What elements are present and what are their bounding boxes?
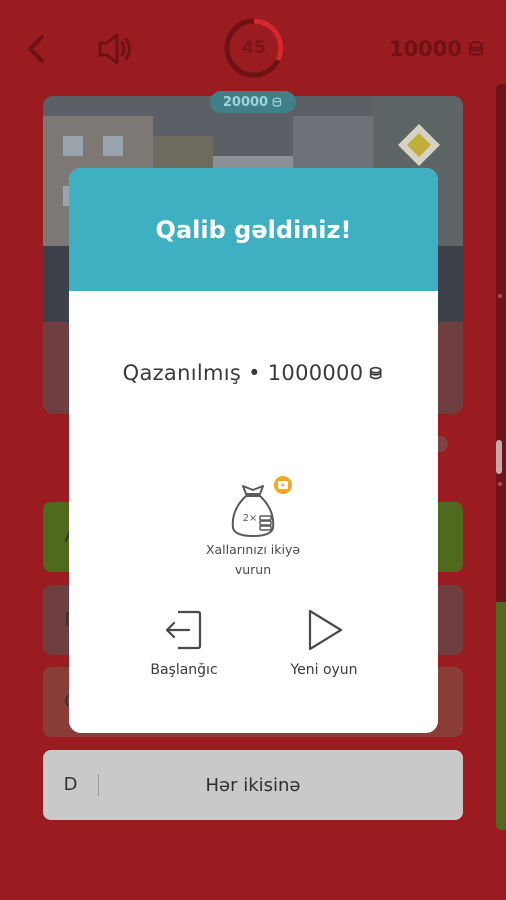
countdown-timer: 45 <box>223 17 285 79</box>
dialog-title: Qalib gəldiniz! <box>155 215 352 244</box>
multiplier-text: 2× <box>243 513 258 524</box>
answer-text: Hər ikisinə <box>205 774 301 796</box>
side-scroll-rail <box>496 84 506 830</box>
win-dialog: Qalib gəldiniz! Qazanılmış • 1000000 2× … <box>69 168 438 733</box>
double-points-button[interactable]: 2× Xallarınızı ikiyə vurun <box>193 476 313 580</box>
home-label: Başlanğıc <box>150 662 218 678</box>
balance-value: 10000 <box>388 37 462 61</box>
scroll-knob[interactable] <box>496 440 502 474</box>
earned-points: Qazanılmış • 1000000 <box>69 361 438 385</box>
dialog-header: Qalib gəldiniz! <box>69 168 438 291</box>
play-icon <box>308 609 343 651</box>
rail-progress <box>496 602 506 830</box>
coin-stack-icon <box>469 41 483 56</box>
timer-value: 45 <box>242 38 266 58</box>
prize-value: 20000 <box>222 94 269 110</box>
earned-text: Qazanılmış • 1000000 <box>122 361 364 385</box>
double-points-label: Xallarınızı ikiyə vurun <box>205 542 301 577</box>
money-bag-icon: 2× <box>231 485 275 537</box>
coin-balance: 10000 <box>389 34 486 64</box>
answer-option-d[interactable]: D Hər ikisinə <box>43 750 463 820</box>
video-badge-icon <box>274 476 292 494</box>
speaker-icon[interactable] <box>96 30 136 68</box>
rail-dot <box>498 294 502 298</box>
new-game-button[interactable]: Yeni oyun <box>264 608 384 678</box>
chevron-left-icon[interactable] <box>22 32 52 66</box>
prize-pill: 20000 <box>210 91 296 113</box>
top-bar: 45 10000 <box>0 0 506 96</box>
home-button[interactable]: Başlanğıc <box>124 608 244 678</box>
exit-icon <box>165 610 202 650</box>
new-game-label: Yeni oyun <box>290 662 358 678</box>
coin-stack-icon <box>370 366 382 379</box>
priority-road-sign-icon <box>398 124 440 166</box>
rail-dot <box>498 482 502 486</box>
coin-stack-icon <box>272 97 282 107</box>
answer-letter: D <box>43 774 99 796</box>
